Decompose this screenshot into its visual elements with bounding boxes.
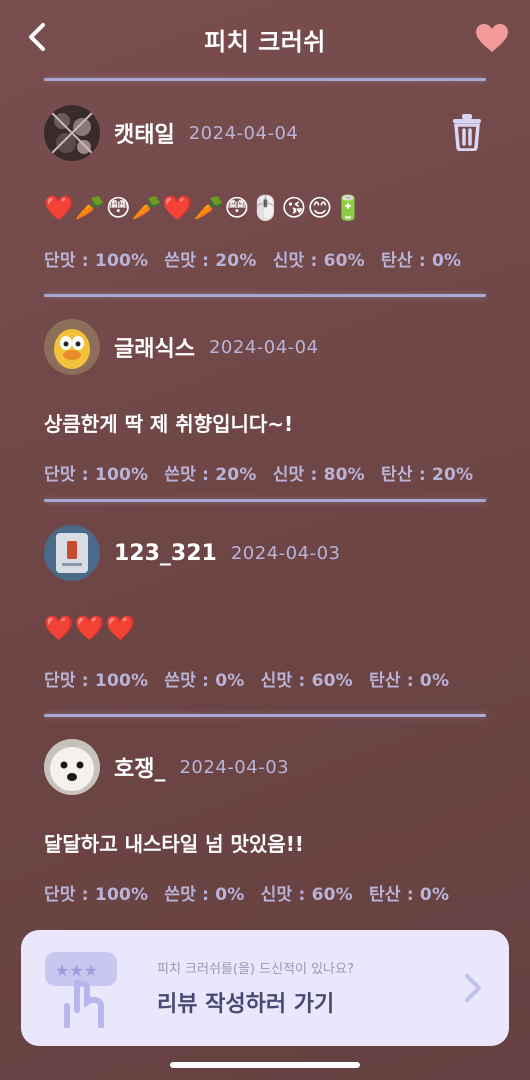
taste-carbonation: 탄산 : 0% xyxy=(369,671,450,691)
taste-sour: 신맛 : 60% xyxy=(260,671,353,691)
review-content: 상큼한게 딱 제 취향입니다~! xyxy=(44,411,294,436)
taste-carbonation: 탄산 : 0% xyxy=(369,885,450,905)
taste-stats: 단맛 : 100% 쓴맛 : 0% 신맛 : 60% 탄산 : 0% xyxy=(44,666,486,691)
taste-bitter: 쓴맛 : 20% xyxy=(164,465,257,485)
trash-icon xyxy=(453,114,481,152)
review-nickname: 글래식스 xyxy=(114,337,195,362)
page-title: 피치 크러쉬 xyxy=(204,27,326,56)
review-date: 2024-04-03 xyxy=(179,756,290,778)
back-button[interactable] xyxy=(22,20,52,54)
review-divider xyxy=(44,294,486,297)
avatar xyxy=(44,525,100,581)
avatar xyxy=(44,739,100,795)
app-header: 피치 크러쉬 xyxy=(0,0,530,78)
cta-subtitle: 피치 크러쉬를(을) 드신적이 있나요? xyxy=(157,962,354,977)
rating-hand-icon: ★★★ xyxy=(45,952,117,1028)
taste-bitter: 쓴맛 : 0% xyxy=(164,671,245,691)
taste-sour: 신맛 : 80% xyxy=(272,465,365,485)
chevron-right-icon xyxy=(465,974,481,1002)
taste-sweet: 단맛 : 100% xyxy=(44,885,149,905)
review-content: ❤️❤️❤️ xyxy=(44,614,137,642)
taste-carbonation: 탄산 : 20% xyxy=(381,465,474,485)
review-item: 캣태일 2024-04-04 ❤️🥕😳🥕❤️🥕😳🖱️😘😊🔋 단맛 : 100% … xyxy=(44,104,486,271)
review-item: 호쟁_ 2024-04-03 달달하고 내스타일 넘 맛있음!! 단맛 : 10… xyxy=(44,738,486,905)
favorite-button[interactable] xyxy=(474,22,510,54)
avatar xyxy=(44,319,100,375)
write-review-button[interactable]: ★★★ 피치 크러쉬를(을) 드신적이 있나요? 리뷰 작성하러 가기 xyxy=(21,930,509,1046)
taste-stats: 단맛 : 100% 쓴맛 : 20% 신맛 : 60% 탄산 : 0% xyxy=(44,246,486,271)
review-content: ❤️🥕😳🥕❤️🥕😳🖱️😘😊🔋 xyxy=(44,194,365,222)
review-nickname: 캣태일 xyxy=(114,123,175,148)
taste-sweet: 단맛 : 100% xyxy=(44,465,149,485)
review-divider xyxy=(44,714,486,717)
review-content: 달달하고 내스타일 넘 맛있음!! xyxy=(44,831,304,856)
taste-carbonation: 탄산 : 0% xyxy=(381,251,462,271)
svg-text:★★★: ★★★ xyxy=(55,961,98,980)
review-date: 2024-04-03 xyxy=(230,542,341,564)
review-divider xyxy=(44,499,486,502)
avatar xyxy=(44,105,100,161)
taste-bitter: 쓴맛 : 20% xyxy=(164,251,257,271)
review-divider xyxy=(44,78,486,81)
review-date: 2024-04-04 xyxy=(208,336,319,358)
taste-sour: 신맛 : 60% xyxy=(272,251,365,271)
review-item: 123_321 2024-04-03 ❤️❤️❤️ 단맛 : 100% 쓴맛 :… xyxy=(44,524,486,691)
taste-stats: 단맛 : 100% 쓴맛 : 20% 신맛 : 80% 탄산 : 20% xyxy=(44,460,486,485)
taste-stats: 단맛 : 100% 쓴맛 : 0% 신맛 : 60% 탄산 : 0% xyxy=(44,880,486,905)
review-nickname: 호쟁_ xyxy=(114,757,166,782)
home-indicator xyxy=(170,1062,360,1068)
taste-sweet: 단맛 : 100% xyxy=(44,251,149,271)
taste-sour: 신맛 : 60% xyxy=(260,885,353,905)
taste-bitter: 쓴맛 : 0% xyxy=(164,885,245,905)
heart-icon xyxy=(476,24,508,52)
cta-label: 리뷰 작성하러 가기 xyxy=(157,992,335,1017)
taste-sweet: 단맛 : 100% xyxy=(44,671,149,691)
review-item: 글래식스 2024-04-04 상큼한게 딱 제 취향입니다~! 단맛 : 10… xyxy=(44,318,486,485)
review-date: 2024-04-04 xyxy=(188,122,299,144)
delete-review-button[interactable] xyxy=(450,113,486,153)
review-nickname: 123_321 xyxy=(114,540,217,566)
chevron-left-icon xyxy=(29,23,45,51)
